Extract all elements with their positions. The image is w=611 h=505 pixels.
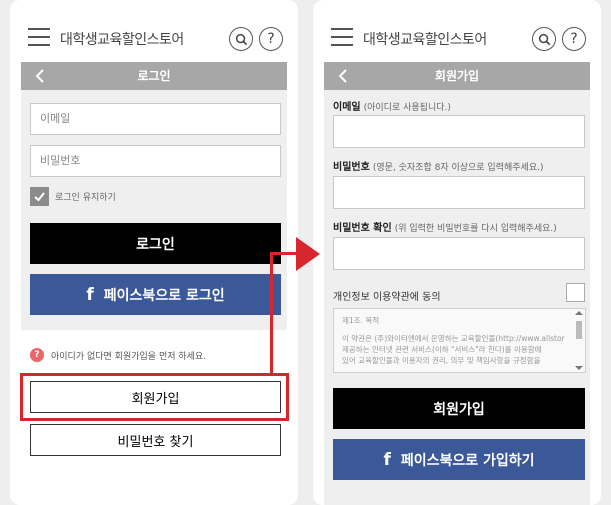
page-title: 로그인 [21,62,287,90]
facebook-signup-button[interactable]: f 페이스북으로 가입하기 [333,439,585,480]
brand-title: 대학생교육할인스토어 [363,32,487,48]
signup-notice-text: 아이디가 없다면 회원가입을 먼저 하세요. [51,351,207,362]
password-field[interactable] [333,176,585,209]
hamburger-menu-icon[interactable] [28,28,50,48]
password-confirm-hint: (위 입력한 비밀번호를 다시 입력해주세요.) [394,224,557,234]
password-label-text: 비밀번호 [333,162,370,173]
facebook-signup-label: 페이스북으로 가입하기 [400,452,535,469]
header: 대학생교육할인스토어 ? [10,0,298,62]
terms-heading: 제1조. 목적 [342,316,380,325]
signup-screen: 대학생교육할인스토어 ? 회원가입 이메일 (아이디로 사용됩니다.) 비밀번호(… [313,0,601,505]
keep-logged-in-checkbox[interactable] [30,187,49,206]
email-field[interactable]: 이메일 [30,103,281,135]
scroll-up-arrow-icon[interactable] [575,311,583,315]
terms-body: 이 약관은 (주)와이티엔에서 운영하는 교육할인몰(http://www.al… [342,333,569,366]
email-field[interactable] [333,115,585,148]
page-title-text: 로그인 [137,69,171,83]
terms-agree-checkbox[interactable] [566,283,585,302]
page-title: 회원가입 [324,62,590,90]
arrow-right-icon [296,237,320,271]
help-icon[interactable]: ? [562,27,586,51]
password-label: 비밀번호 (영문, 숫자조합 8자 이상으로 입력해주세요.) [333,158,544,173]
search-icon[interactable] [229,27,253,51]
facebook-icon: f [383,449,391,470]
facebook-login-button[interactable]: f 페이스북으로 로그인 [30,274,281,315]
facebook-login-label: 페이스북으로 로그인 [103,287,225,304]
password-confirm-label-text: 비밀번호 확인 [333,223,392,234]
terms-line: 있어 교육할인몰과 이용자의 권리, 의무 및 책임사항을 규정함을 [342,356,541,365]
check-icon [34,192,45,202]
email-label: 이메일 (아이디로 사용됩니다.) [333,98,451,113]
find-password-button[interactable]: 비밀번호 찾기 [30,424,281,456]
help-icon[interactable]: ? [259,27,283,51]
connector-line-horizontal [270,252,298,255]
terms-line: 제공하는 인터넷 관련 서비스(이하 "서비스"라 한다)를 이용함에 [342,345,542,354]
search-icon[interactable] [532,27,556,51]
terms-textbox[interactable]: 제1조. 목적 이 약관은 (주)와이티엔에서 운영하는 교육할인몰(http:… [333,308,586,373]
keep-logged-in-label: 로그인 유지하기 [55,193,116,203]
signup-notice: ? 아이디가 없다면 회원가입을 먼저 하세요. [30,348,206,362]
back-arrow-icon[interactable] [31,66,51,86]
scroll-down-arrow-icon[interactable] [575,366,583,370]
password-field[interactable]: 비밀번호 [30,145,281,177]
terms-line: 이 약관은 (주)와이티엔에서 운영하는 교육할인몰(http://www.al… [342,334,565,343]
email-hint: (아이디로 사용됩니다.) [363,103,451,113]
login-button[interactable]: 로그인 [30,223,281,264]
password-confirm-label: 비밀번호 확인 (위 입력한 비밀번호를 다시 입력해주세요.) [333,219,557,234]
email-label-text: 이메일 [333,102,361,113]
signup-highlight-box [20,373,289,421]
page-title-text: 회원가입 [434,69,480,83]
facebook-icon: f [86,284,94,305]
header: 대학생교육할인스토어 ? [313,0,601,62]
terms-scrollbar[interactable] [575,311,583,370]
brand-title: 대학생교육할인스토어 [60,32,184,48]
connector-line-vertical [270,253,273,374]
back-arrow-icon[interactable] [334,66,354,86]
terms-agree-label: 개인정보 이용약관에 동의 [333,292,441,303]
password-hint: (영문, 숫자조합 8자 이상으로 입력해주세요.) [372,163,544,173]
scrollbar-thumb[interactable] [576,321,582,339]
login-screen: 대학생교육할인스토어 ? 로그인 이메일 비밀번호 로그인 유지하기 로그인 f… [10,0,298,505]
password-confirm-field[interactable] [333,237,585,270]
question-icon: ? [30,348,44,362]
signup-submit-button[interactable]: 회원가입 [333,388,585,429]
hamburger-menu-icon[interactable] [331,28,353,48]
